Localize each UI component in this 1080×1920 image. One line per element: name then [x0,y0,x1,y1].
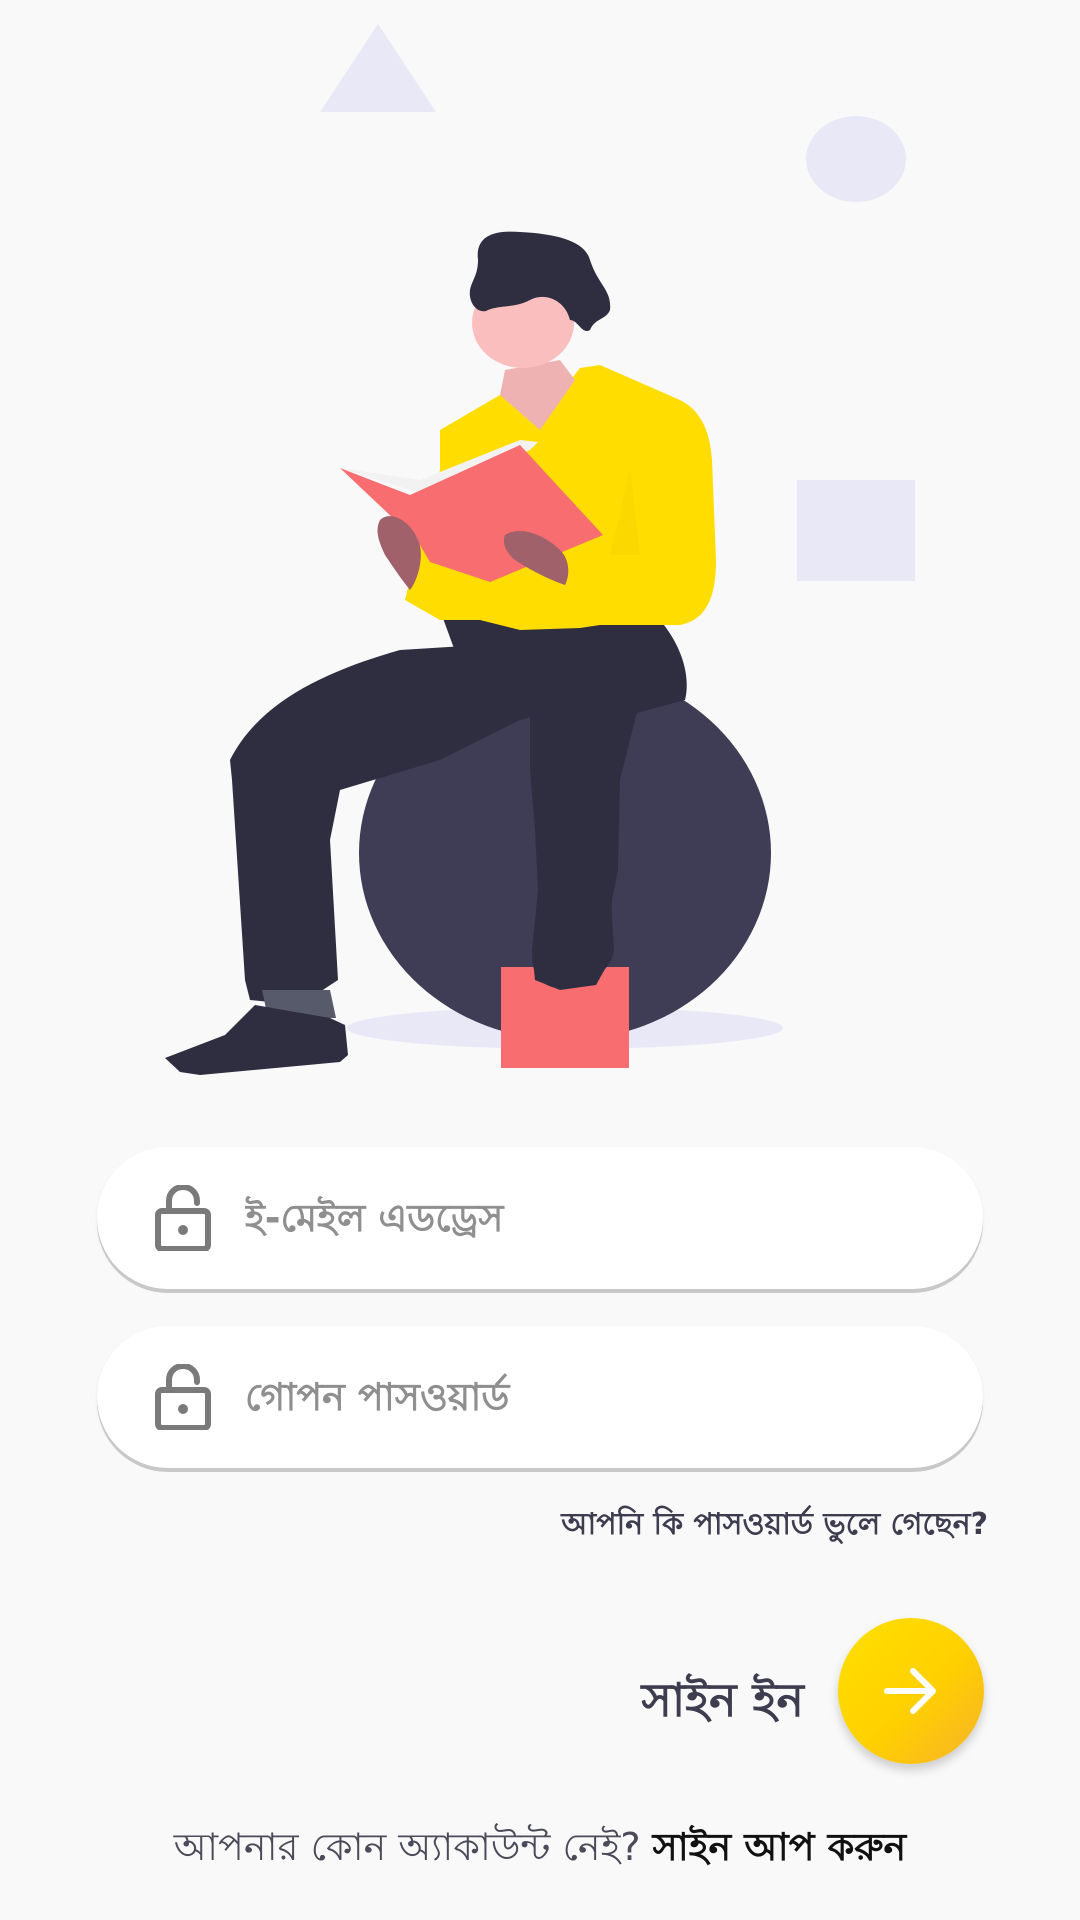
email-input[interactable] [245,1147,945,1289]
lock-icon [155,1364,211,1430]
signup-row: আপনার কোন অ্যাকাউন্ট নেই? সাইন আপ করুন [0,1822,1080,1872]
email-field[interactable] [97,1147,983,1289]
triangle-decoration [320,24,436,112]
square-decoration [797,480,915,581]
signup-link[interactable]: সাইন আপ করুন [653,1825,907,1869]
lock-icon [155,1185,211,1251]
password-field[interactable] [97,1326,983,1468]
signup-prompt: আপনার কোন অ্যাকাউন্ট নেই? [173,1825,641,1869]
oval-decoration [806,116,906,202]
hero-illustration [165,24,915,1075]
sign-in-label: সাইন ইন [641,1673,804,1727]
forgot-password-link[interactable]: আপনি কি পাসওয়ার্ড ভুলে গেছেন? [561,1500,988,1551]
arrow-right-icon [884,1668,936,1714]
password-input[interactable] [245,1326,945,1468]
sign-in-button[interactable] [838,1618,984,1764]
